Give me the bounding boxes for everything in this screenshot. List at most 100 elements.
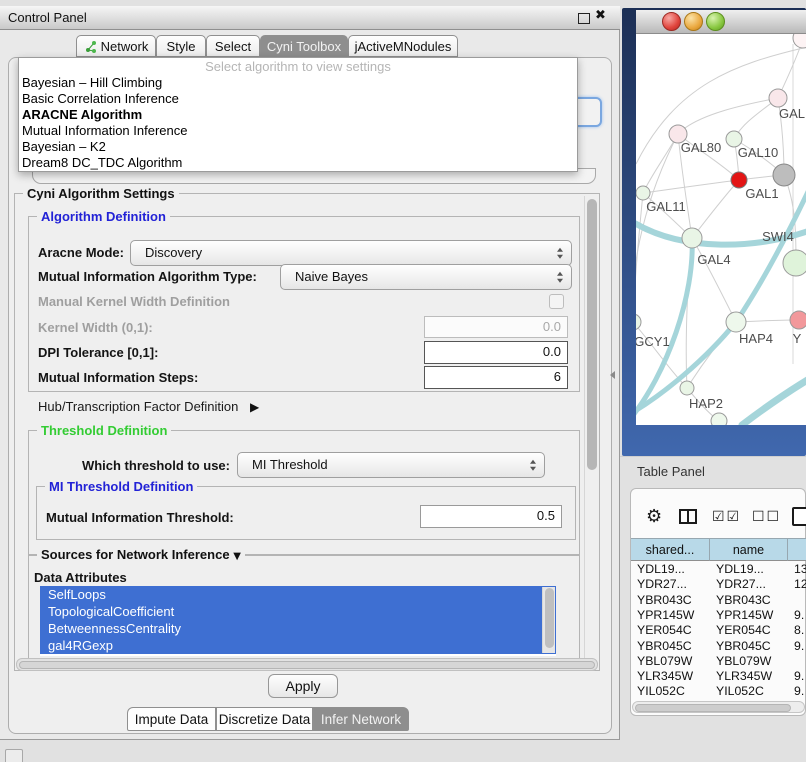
settings-scrollbar-thumb[interactable] — [587, 199, 597, 470]
table-row[interactable]: YDR27...YDR27...12 — [631, 577, 806, 592]
data-attributes-list[interactable]: SelfLoopsTopologicalCoefficientBetweenne… — [40, 586, 556, 656]
document-icon[interactable] — [792, 507, 806, 526]
mi-threshold-field[interactable]: 0.5 — [420, 505, 562, 528]
aracne-mode-combo[interactable]: Discovery — [130, 240, 572, 266]
panel-splitter-arrow-icon[interactable] — [610, 371, 615, 379]
table-cell: 12 — [788, 577, 806, 592]
network-node-gal4[interactable] — [682, 228, 702, 248]
network-node-label: GAL80 — [681, 140, 721, 155]
control-panel-title: Control Panel — [8, 6, 208, 30]
table-row[interactable]: YBR045CYBR045C9. — [631, 639, 806, 654]
tab-cyni-toolbox[interactable]: Cyni Toolbox — [260, 35, 348, 57]
table-row[interactable]: YBL079WYBL079W — [631, 654, 806, 669]
table-cell: YBL079W — [631, 654, 710, 669]
close-icon[interactable]: ✖ — [595, 8, 611, 26]
attr-list-scrollbar-track[interactable] — [542, 587, 555, 653]
close-window-button[interactable] — [662, 12, 681, 31]
table-row[interactable]: YDL19...YDL19...13 — [631, 562, 806, 577]
tab-jactivemnodules[interactable]: jActiveMNodules — [348, 35, 458, 57]
network-edge[interactable] — [678, 98, 778, 134]
table-cell: YPR145W — [710, 608, 788, 623]
zoom-window-button[interactable] — [706, 12, 725, 31]
table-cell: 9. — [788, 639, 806, 654]
dpi-tolerance-field[interactable]: 0.0 — [424, 341, 568, 364]
network-node-label: HAP2 — [689, 396, 723, 411]
algorithm-option[interactable]: Bayesian – K2 — [19, 139, 577, 155]
hub-transcription-section[interactable]: Hub/Transcription Factor Definition ▶ — [38, 399, 259, 414]
table-cell: YIL052C — [710, 684, 788, 699]
table-column-header[interactable]: shared... — [631, 538, 710, 561]
network-node[interactable] — [711, 413, 727, 425]
table-row[interactable]: YER054CYER054C8. — [631, 623, 806, 638]
settings-hscrollbar-track[interactable] — [16, 658, 598, 671]
attr-list-scrollbar-thumb[interactable] — [545, 588, 554, 648]
column-settings-icon[interactable] — [679, 509, 697, 524]
algorithm-option[interactable]: Dream8 DC_TDC Algorithm — [19, 155, 577, 171]
network-edge[interactable] — [692, 180, 739, 238]
stepper-arrows-icon — [557, 272, 563, 283]
algorithm-option[interactable]: ARACNE Algorithm — [19, 107, 577, 123]
minimize-window-button[interactable] — [684, 12, 703, 31]
tab-style[interactable]: Style — [156, 35, 206, 57]
network-node-swi4[interactable] — [783, 250, 806, 276]
network-node-y[interactable] — [790, 311, 806, 329]
settings-scrollbar-track[interactable] — [584, 196, 598, 664]
tab-network[interactable]: Network — [76, 35, 156, 57]
aracne-mode-label: Aracne Mode: — [38, 245, 124, 260]
gear-icon[interactable]: ⚙ — [646, 506, 662, 527]
table-row[interactable]: YBR043CYBR043C — [631, 593, 806, 608]
expand-arrow-icon[interactable]: ▶ — [250, 400, 259, 414]
table-row[interactable]: YIL052CYIL052C9. — [631, 684, 806, 699]
network-node-gal11[interactable] — [636, 186, 650, 200]
table-column-header[interactable]: name — [710, 538, 788, 561]
network-canvas[interactable]: GALGAL80GAL10GAL1GAL11GAL4SWI4HAP4YGCY1H… — [636, 34, 806, 425]
collapse-arrow-icon[interactable]: ▼ — [233, 551, 241, 562]
manual-kernel-width-checkbox[interactable] — [549, 294, 564, 309]
network-edge[interactable] — [636, 193, 643, 322]
data-attribute-item[interactable]: SelfLoops — [40, 586, 556, 603]
data-attribute-item[interactable]: gal4RGexp — [40, 637, 556, 654]
network-icon — [84, 40, 97, 53]
table-cell: YDR27... — [710, 577, 788, 592]
table-row[interactable]: YLR345WYLR345W9. — [631, 669, 806, 684]
settings-hscrollbar-thumb[interactable] — [19, 661, 595, 669]
tab-select[interactable]: Select — [206, 35, 260, 57]
table-hscrollbar-thumb[interactable] — [635, 704, 791, 712]
float-window-icon[interactable] — [578, 13, 590, 24]
algorithm-option[interactable]: Mutual Information Inference — [19, 123, 577, 139]
network-node[interactable] — [773, 164, 795, 186]
bottom-tab-discretize-data[interactable]: Discretize Data — [216, 707, 313, 731]
bottom-tab-infer-network[interactable]: Infer Network — [313, 707, 409, 731]
mi-algorithm-type-combo[interactable]: Naive Bayes — [280, 264, 572, 290]
network-node-gal[interactable] — [769, 89, 787, 107]
data-attribute-item[interactable]: BetweennessCentrality — [40, 620, 556, 637]
table-panel-divider — [620, 456, 806, 457]
mi-steps-field[interactable]: 6 — [424, 366, 568, 389]
tool-panel-mini-icon[interactable] — [5, 749, 23, 762]
kernel-width-field[interactable]: 0.0 — [424, 316, 568, 338]
network-edge[interactable] — [692, 238, 736, 322]
network-edge[interactable] — [643, 180, 739, 193]
select-all-checks-icon[interactable]: ☑☑ — [712, 509, 741, 525]
table-hscrollbar-track[interactable] — [632, 701, 805, 713]
table-column-header[interactable] — [788, 538, 806, 561]
which-threshold-combo[interactable]: MI Threshold — [237, 452, 545, 478]
network-node[interactable] — [793, 34, 806, 48]
deselect-all-checks-icon[interactable]: ☐☐ — [752, 509, 781, 525]
bottom-tab-impute-data[interactable]: Impute Data — [127, 707, 216, 731]
network-edge-thick[interactable] — [636, 179, 806, 414]
network-node-hap4[interactable] — [726, 312, 746, 332]
table-cell — [788, 593, 806, 608]
tab-label: Select — [215, 39, 251, 54]
cyni-settings-group-title: Cyni Algorithm Settings — [23, 186, 179, 201]
network-node-gcy1[interactable] — [636, 314, 641, 330]
data-attribute-item[interactable]: TopologicalCoefficient — [40, 603, 556, 620]
network-node-hap2[interactable] — [680, 381, 694, 395]
apply-button[interactable]: Apply — [268, 674, 338, 698]
network-edge-thick[interactable] — [742, 376, 806, 425]
which-threshold-label: Which threshold to use: — [60, 458, 230, 473]
table-row[interactable]: YPR145WYPR145W9. — [631, 608, 806, 623]
algorithm-option[interactable]: Basic Correlation Inference — [19, 91, 577, 107]
algorithm-option[interactable]: Bayesian – Hill Climbing — [19, 75, 577, 91]
mi-steps-label: Mutual Information Steps: — [38, 370, 198, 385]
